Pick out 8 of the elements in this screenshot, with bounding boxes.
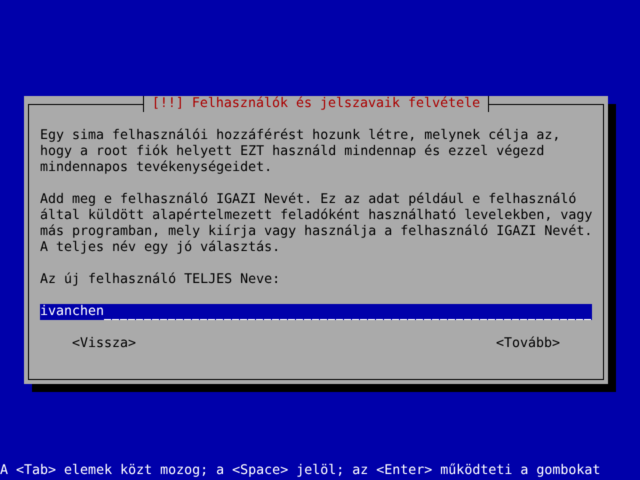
field-label: Az új felhasználó TELJES Neve: [40,272,282,288]
description-paragraph: Add meg e felhasználó IGAZI Nevét. Ez az adat például e felhasználó által küldött alapértelmezett feladóként használható levelekben, vagy más programban, mely kiírja vagy használja a felhasználó IGAZI Nevét. A teljes név egy jó választás. [40,192,592,256]
help-text: A <Tab> elemek közt mozog; a <Space> jelöl; az <Enter> működteti a gombokat [0,463,602,479]
dialog-button[interactable]: <Vissza> [72,336,136,352]
full-name-input[interactable]: ivanchen [40,304,592,320]
dialog-button[interactable]: <Tovább> [496,336,560,352]
dialog-title: [!!] Felhasználók és jelszavaik felvétele [142,96,490,112]
description-paragraph: Egy sima felhasználói hozzáférést hozunk létre, melynek célja az, hogy a root fiók helyett EZT használd mindennap és ezzel végezd mindennapos tevékenységeidet. [40,128,562,176]
